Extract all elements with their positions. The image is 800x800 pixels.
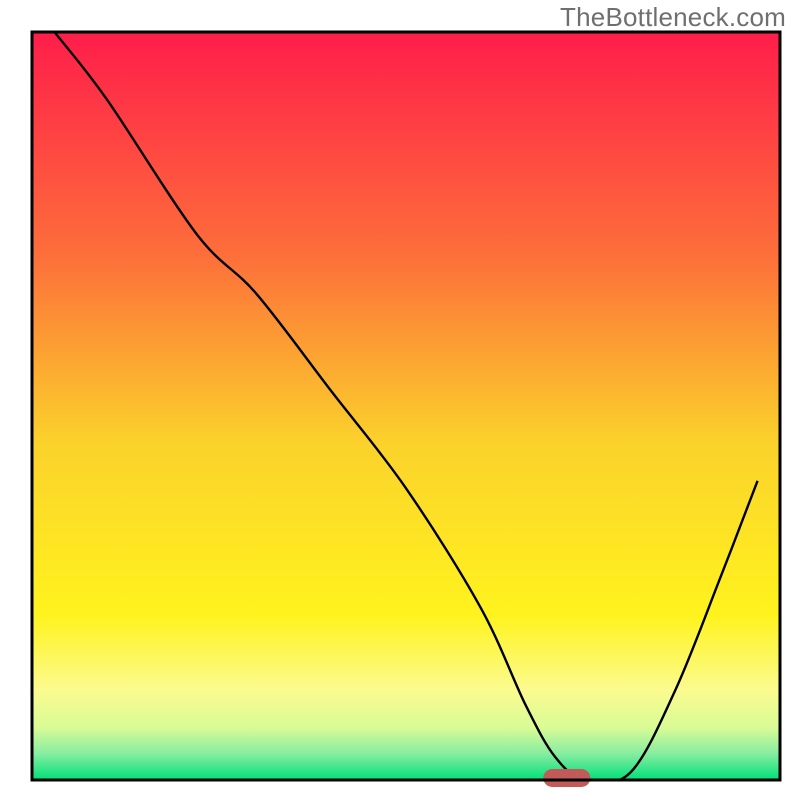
chart-plot (0, 0, 800, 800)
watermark-text: TheBottleneck.com (560, 2, 786, 33)
optimal-marker (543, 769, 590, 787)
gradient-background (32, 32, 780, 780)
chart-container: TheBottleneck.com (0, 0, 800, 800)
